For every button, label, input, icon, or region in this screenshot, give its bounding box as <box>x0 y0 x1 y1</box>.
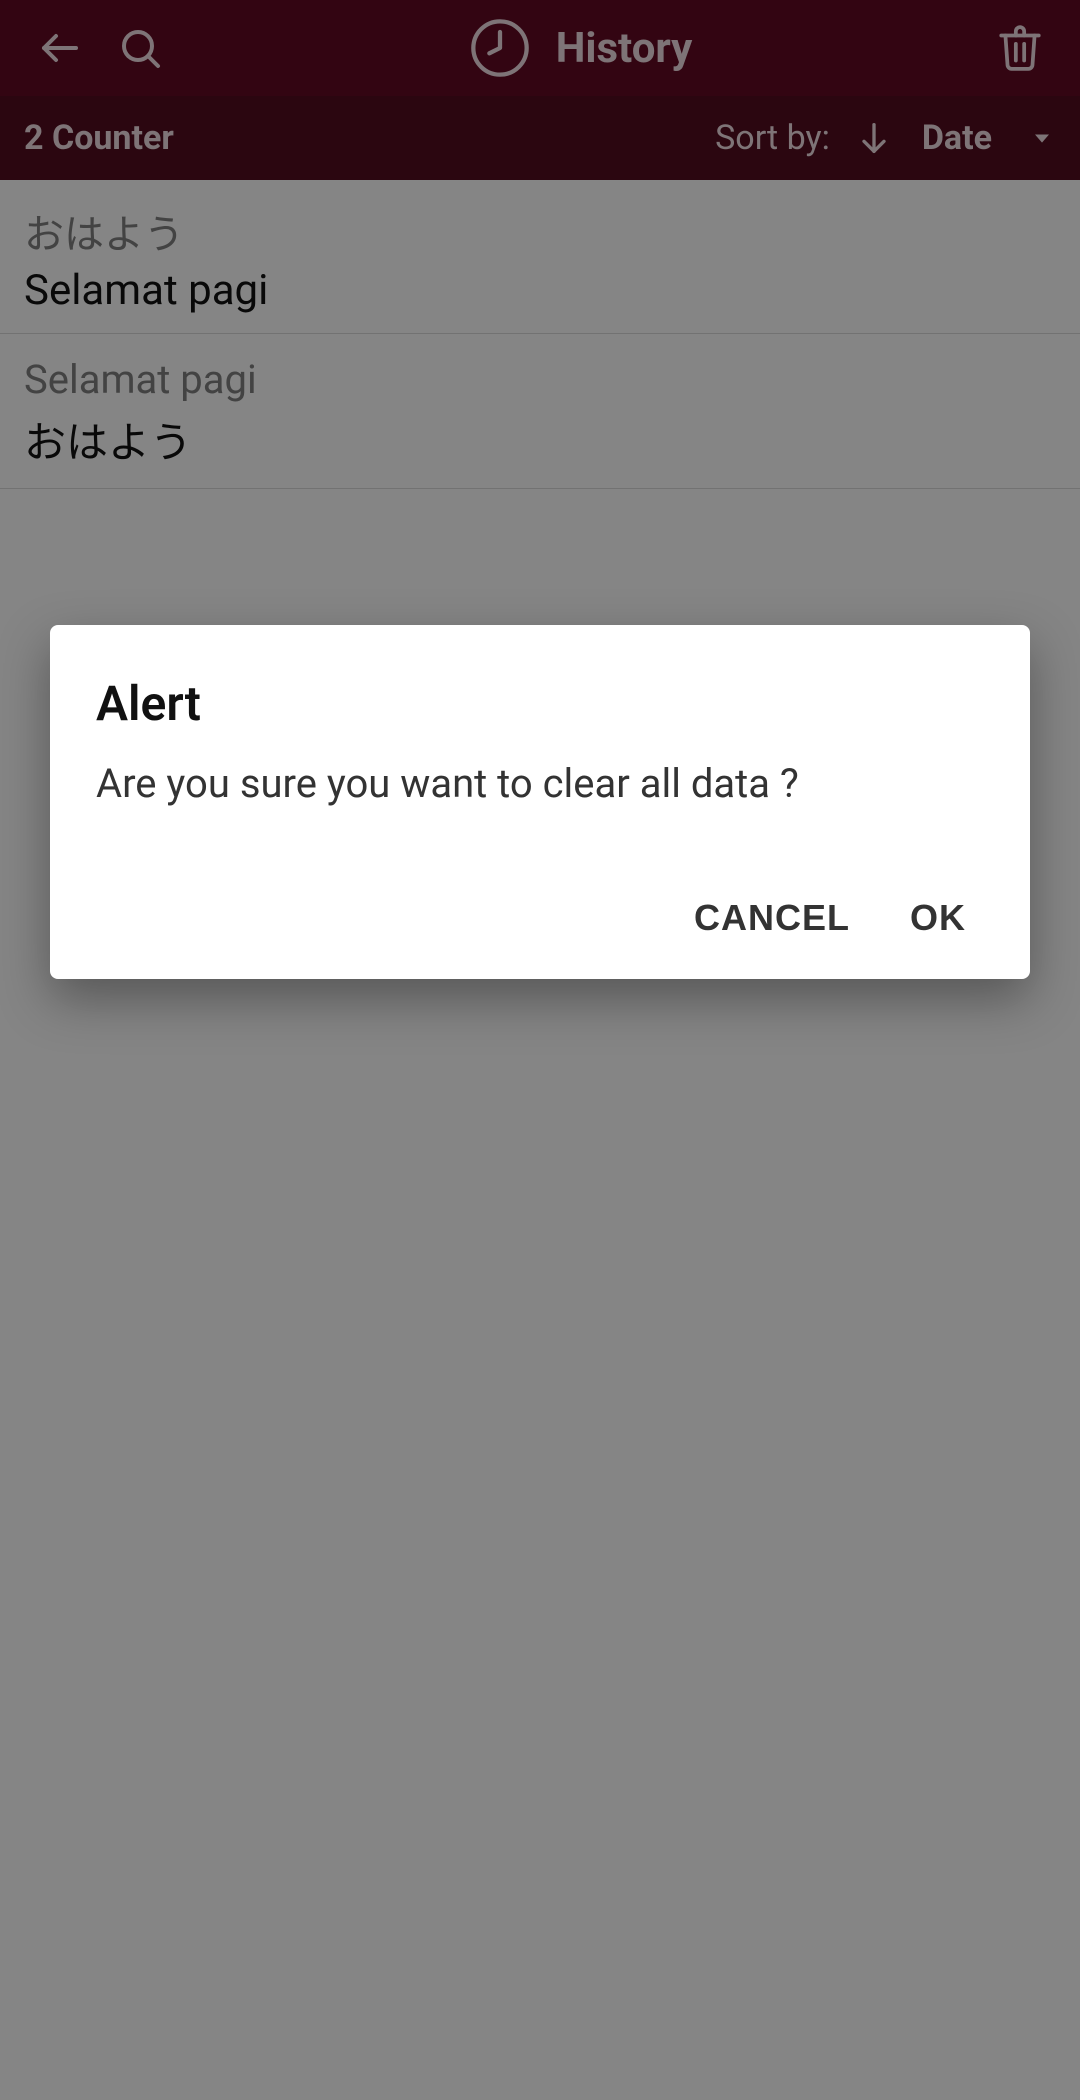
dialog-title: Alert <box>96 675 984 732</box>
ok-button[interactable]: OK <box>910 897 966 939</box>
dialog-actions: CANCEL OK <box>96 897 984 949</box>
alert-dialog: Alert Are you sure you want to clear all… <box>50 625 1030 979</box>
dialog-message: Are you sure you want to clear all data … <box>96 760 984 807</box>
modal-scrim[interactable] <box>0 0 1080 2100</box>
cancel-button[interactable]: CANCEL <box>694 897 850 939</box>
